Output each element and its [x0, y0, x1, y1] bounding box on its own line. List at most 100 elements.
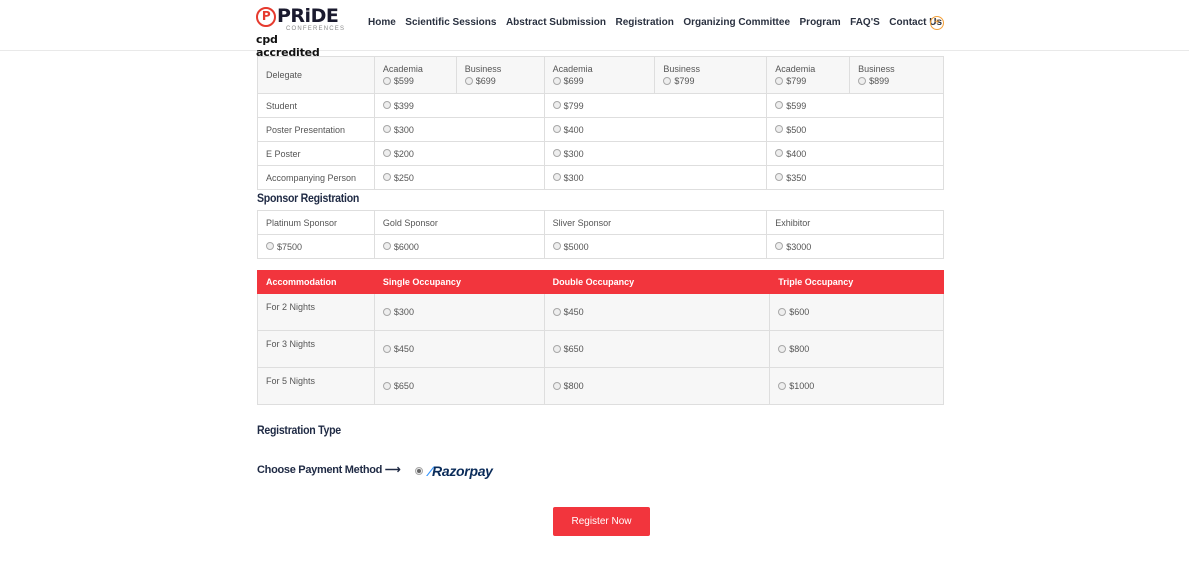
- radio-icon[interactable]: [382, 242, 391, 251]
- price-option[interactable]: $800: [769, 330, 944, 368]
- sponsor-section-title: Sponsor Registration: [257, 191, 360, 205]
- radio-icon[interactable]: [382, 149, 391, 158]
- radio-icon[interactable]: [775, 125, 784, 134]
- price-option[interactable]: $250: [373, 165, 545, 190]
- price-option[interactable]: $300: [373, 293, 545, 331]
- price-option[interactable]: $450: [543, 293, 771, 331]
- payment-method-label: Choose Payment Method ⟶: [257, 464, 401, 476]
- row-label: For 5 Nights: [257, 367, 375, 405]
- radio-icon[interactable]: [775, 242, 784, 251]
- radio-icon[interactable]: [778, 307, 787, 316]
- row-label: Poster Presentation: [257, 117, 375, 142]
- sponsor-table-wrap: Platinum Sponsor Gold Sponsor Sliver Spo…: [257, 210, 944, 259]
- register-now-button[interactable]: Register Now: [553, 507, 650, 536]
- row-label: Student: [257, 93, 375, 118]
- table-row: Delegate Academia $599 Business $699 Acade…: [257, 56, 944, 94]
- radio-icon[interactable]: [552, 76, 561, 85]
- table-header-row: Accommodation Single Occupancy Double Oc…: [257, 270, 944, 294]
- accommodation-header: Triple Occupancy: [769, 270, 944, 294]
- plus-circle-icon[interactable]: +: [930, 16, 944, 30]
- price-option[interactable]: $400: [766, 141, 944, 166]
- sponsor-header: Platinum Sponsor: [257, 210, 375, 235]
- radio-icon[interactable]: [552, 307, 561, 316]
- radio-icon[interactable]: [552, 344, 561, 353]
- accommodation-table-wrap: Accommodation Single Occupancy Double Oc…: [257, 270, 944, 405]
- price-option[interactable]: $599: [766, 93, 944, 118]
- price-option[interactable]: $1000: [769, 367, 944, 405]
- radio-icon[interactable]: [552, 173, 561, 182]
- radio-icon[interactable]: [266, 242, 274, 251]
- table-row: Student $399 $799 $599: [257, 93, 944, 118]
- price-option[interactable]: $799: [543, 93, 768, 118]
- price-option[interactable]: $5000: [543, 234, 768, 259]
- price-option[interactable]: $650: [373, 367, 545, 405]
- row-label: For 3 Nights: [257, 330, 375, 368]
- price-option[interactable]: $200: [373, 141, 545, 166]
- radio-icon[interactable]: [775, 173, 784, 182]
- registration-type-title: Registration Type: [257, 423, 341, 437]
- radio-icon[interactable]: [382, 307, 391, 316]
- logo-text: PRiDE: [277, 5, 339, 27]
- delegate-option[interactable]: Business $899: [849, 56, 944, 94]
- radio-icon[interactable]: [382, 344, 391, 353]
- price-option[interactable]: $300: [543, 165, 768, 190]
- radio-icon[interactable]: [464, 76, 473, 85]
- price-option[interactable]: $399: [373, 93, 545, 118]
- accommodation-table: Accommodation Single Occupancy Double Oc…: [257, 270, 944, 405]
- delegate-option[interactable]: Business $799: [654, 56, 768, 94]
- table-row: Platinum Sponsor Gold Sponsor Sliver Spo…: [257, 210, 944, 235]
- price-option[interactable]: $300: [373, 117, 545, 142]
- radio-icon[interactable]: [382, 76, 391, 85]
- delegate-option[interactable]: Business $699: [455, 56, 545, 94]
- price-option[interactable]: $650: [543, 330, 771, 368]
- nav-program[interactable]: Program: [800, 17, 841, 28]
- radio-icon[interactable]: [552, 381, 561, 390]
- nav-scientific-sessions[interactable]: Scientific Sessions: [405, 17, 496, 28]
- nav-organizing-committee[interactable]: Organizing Committee: [683, 17, 790, 28]
- nav-abstract-submission[interactable]: Abstract Submission: [506, 17, 606, 28]
- razorpay-mark-icon: ⁄: [429, 463, 432, 479]
- logo[interactable]: P PRiDE CONFERENCES cpd accredited: [256, 5, 344, 59]
- price-option[interactable]: $500: [766, 117, 944, 142]
- nav-home[interactable]: Home: [368, 17, 396, 28]
- fees-table-wrap: Delegate Academia $599 Business $699 Acade…: [257, 56, 944, 190]
- radio-icon[interactable]: [775, 101, 784, 110]
- sponsor-header: Sliver Sponsor: [543, 210, 768, 235]
- radio-icon[interactable]: [382, 101, 391, 110]
- price-option[interactable]: $3000: [766, 234, 944, 259]
- price-option[interactable]: $450: [373, 330, 545, 368]
- radio-icon[interactable]: [552, 101, 561, 110]
- price-option[interactable]: $7500: [257, 234, 375, 259]
- price-option[interactable]: $350: [766, 165, 944, 190]
- radio-icon[interactable]: [382, 173, 391, 182]
- radio-icon[interactable]: [775, 149, 784, 158]
- logo-p-icon: P: [256, 7, 276, 27]
- radio-icon[interactable]: [778, 344, 787, 353]
- logo-subtitle: CONFERENCES: [286, 26, 346, 32]
- logo-wordmark: P PRiDE: [256, 5, 339, 27]
- radio-icon[interactable]: [382, 381, 391, 390]
- delegate-option[interactable]: Academia $599: [373, 56, 457, 94]
- radio-icon[interactable]: [663, 76, 672, 85]
- price-option[interactable]: $600: [769, 293, 944, 331]
- radio-icon[interactable]: [775, 76, 784, 85]
- nav-registration[interactable]: Registration: [615, 17, 673, 28]
- row-label: Accompanying Person: [257, 165, 375, 190]
- price-option[interactable]: $800: [543, 367, 771, 405]
- razorpay-logo[interactable]: ⁄Razorpay: [429, 463, 493, 479]
- sponsor-header: Exhibitor: [766, 210, 944, 235]
- radio-icon[interactable]: [552, 149, 561, 158]
- radio-icon[interactable]: [382, 125, 391, 134]
- price-option[interactable]: $300: [543, 141, 768, 166]
- nav-faqs[interactable]: FAQ'S: [850, 17, 880, 28]
- delegate-option[interactable]: Academia $799: [766, 56, 851, 94]
- price-option[interactable]: $400: [543, 117, 768, 142]
- radio-icon[interactable]: [552, 125, 561, 134]
- price-option[interactable]: $6000: [373, 234, 545, 259]
- delegate-option[interactable]: Academia $699: [543, 56, 656, 94]
- radio-icon[interactable]: [778, 381, 787, 390]
- razorpay-radio[interactable]: [415, 467, 423, 475]
- radio-icon[interactable]: [552, 242, 561, 251]
- row-label: E Poster: [257, 141, 375, 166]
- radio-icon[interactable]: [858, 76, 867, 85]
